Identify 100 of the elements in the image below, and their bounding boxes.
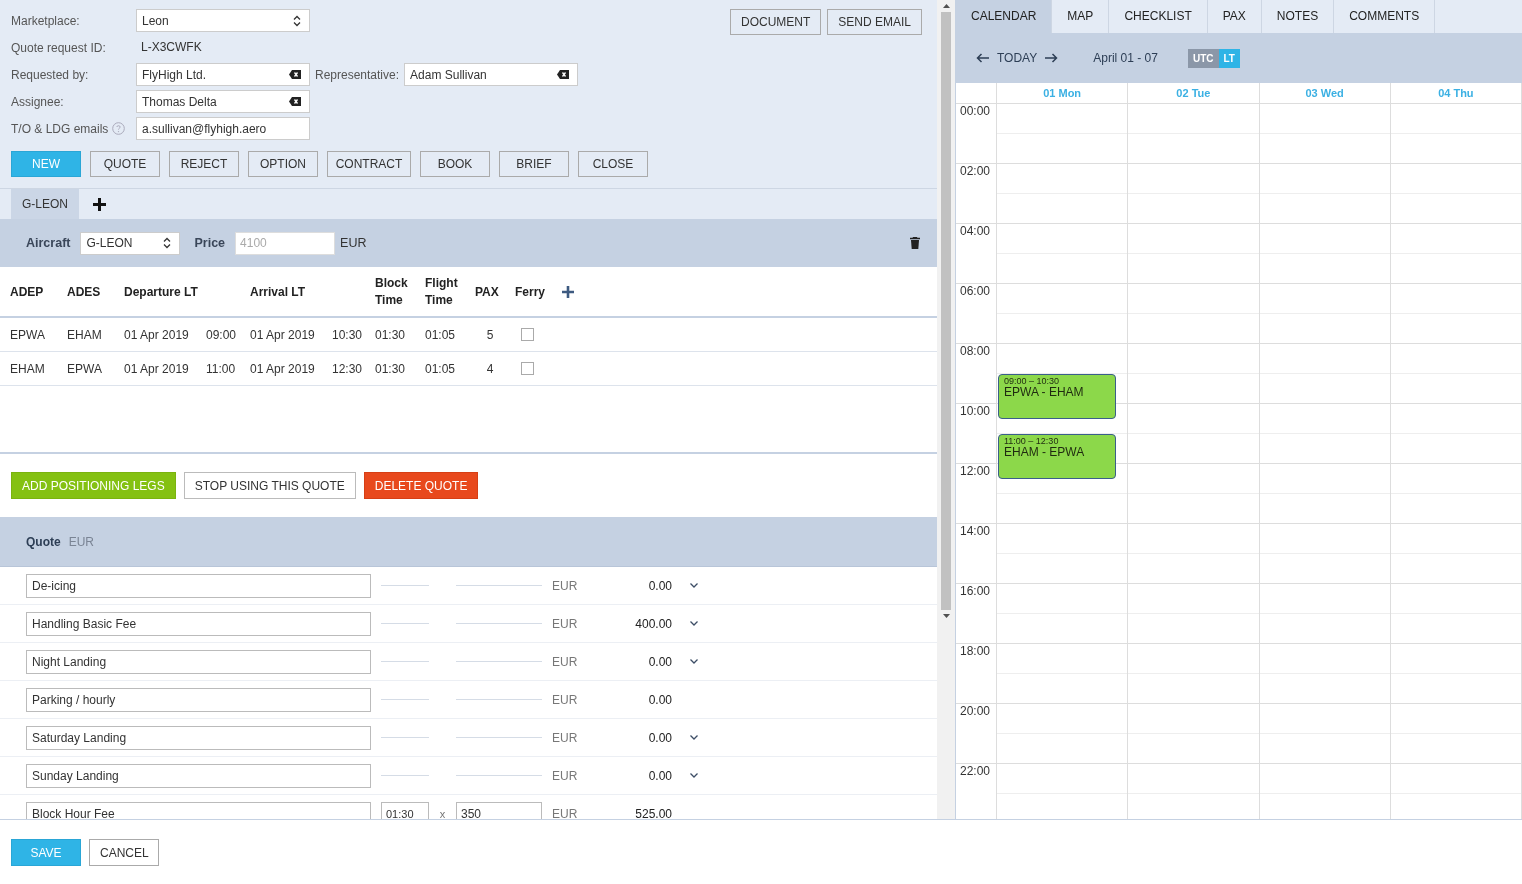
table-cell-text: 01:30 <box>375 361 407 376</box>
time-label: 14:00 <box>960 524 991 538</box>
header-button[interactable]: DOCUMENT <box>730 9 822 35</box>
rate-field[interactable]: 350 <box>456 801 542 819</box>
item-currency: EUR <box>552 654 579 669</box>
clear-icon[interactable] <box>557 70 570 79</box>
panel-tab[interactable]: CALENDAR <box>956 0 1053 33</box>
day-header: 03 Wed <box>1305 87 1344 99</box>
time-label: 02:00 <box>960 164 991 178</box>
trash-icon[interactable] <box>910 237 920 249</box>
status-button[interactable]: OPTION <box>248 151 318 177</box>
time-label: 22:00 <box>960 764 991 778</box>
time-label: 10:00 <box>960 404 991 418</box>
table-cell-text: EHAM <box>10 361 46 376</box>
ferry-checkbox[interactable] <box>521 328 534 341</box>
item-name-field[interactable]: De-icing <box>26 573 371 598</box>
column-header: Ferry <box>515 284 547 299</box>
scrollbar[interactable] <box>937 0 955 819</box>
item-amount: 0.00 <box>647 692 672 707</box>
field-label: Marketplace: <box>11 13 81 28</box>
field-label: Requested by: <box>11 67 90 82</box>
assignee-field[interactable]: Thomas Delta <box>136 90 310 113</box>
time-label: 04:00 <box>960 224 991 238</box>
chevron-down-icon[interactable] <box>690 659 698 664</box>
action-button[interactable]: STOP USING THIS QUOTE <box>183 472 356 499</box>
marketplace-select[interactable]: Leon <box>136 9 310 32</box>
updown-icon <box>163 237 172 249</box>
day-header: 01 Mon <box>1043 87 1082 99</box>
time-label: 08:00 <box>960 344 991 358</box>
scroll-down-icon[interactable] <box>942 614 950 618</box>
table-cell-text: 11:00 <box>206 361 237 376</box>
updown-icon <box>293 14 301 27</box>
header-button[interactable]: SEND EMAIL <box>827 9 922 35</box>
item-amount: 0.00 <box>647 730 672 745</box>
column-header: Arrival LT <box>250 284 307 299</box>
action-button[interactable]: DELETE QUOTE <box>363 472 479 499</box>
column-header: Departure LT <box>124 284 199 299</box>
quote-title: Quote <box>26 534 61 549</box>
day-header: 02 Tue <box>1176 87 1211 99</box>
item-name-field[interactable]: Block Hour Fee <box>26 801 371 819</box>
time-label: 06:00 <box>960 284 991 298</box>
status-button[interactable]: QUOTE <box>90 151 160 177</box>
table-cell-text: 01 Apr 2019 <box>250 327 316 342</box>
status-button[interactable]: BOOK <box>420 151 490 177</box>
add-icon[interactable] <box>562 285 574 298</box>
item-amount: 0.00 <box>647 578 672 593</box>
quote-currency: EUR <box>68 534 94 549</box>
status-button[interactable]: CLOSE <box>578 151 648 177</box>
table-cell-text: 12:30 <box>332 361 364 376</box>
field-label: T/O & LDG emails <box>11 121 109 136</box>
item-name-field[interactable]: Parking / hourly <box>26 687 371 712</box>
item-name-field[interactable]: Handling Basic Fee <box>26 611 371 636</box>
flight-event[interactable]: 09:00 – 10:30 EPWA - EHAM <box>998 374 1116 419</box>
item-name-field[interactable]: Night Landing <box>26 649 371 674</box>
ferry-checkbox[interactable] <box>521 362 534 375</box>
chevron-down-icon[interactable] <box>690 583 698 588</box>
requested-by-field[interactable]: FlyHigh Ltd. <box>136 63 310 86</box>
item-amount: 0.00 <box>647 654 672 669</box>
price-label: Price <box>194 236 226 250</box>
arrow-left-icon[interactable] <box>976 53 989 63</box>
chevron-down-icon[interactable] <box>690 773 698 778</box>
representative-field[interactable]: Adam Sullivan <box>404 63 579 86</box>
aircraft-select[interactable]: G-LEON <box>80 231 181 255</box>
time-label: 20:00 <box>960 704 991 718</box>
item-amount: 400.00 <box>634 616 672 631</box>
status-button[interactable]: BRIEF <box>499 151 569 177</box>
item-currency: EUR <box>552 578 579 593</box>
status-button[interactable]: CONTRACT <box>327 151 411 177</box>
add-icon[interactable] <box>93 197 106 211</box>
table-cell-text: 01 Apr 2019 <box>124 361 190 376</box>
arrow-right-icon[interactable] <box>1045 53 1059 63</box>
scroll-up-icon[interactable] <box>942 4 950 8</box>
price-field[interactable]: 4100 <box>235 231 336 255</box>
column-header: PAX <box>475 284 500 299</box>
event-route: EHAM - EPWA <box>1004 446 1085 458</box>
clear-icon[interactable] <box>289 70 301 79</box>
event-time: 11:00 – 12:30 <box>1004 436 1059 446</box>
footer-button[interactable]: CANCEL <box>89 839 159 866</box>
item-name-field[interactable]: Saturday Landing <box>26 725 371 750</box>
flight-event[interactable]: 11:00 – 12:30 EHAM - EPWA <box>998 434 1116 479</box>
table-cell-text: 5 <box>485 327 495 342</box>
time-label: 18:00 <box>960 644 991 658</box>
quote-request-id: L-X3CWFK <box>140 39 202 56</box>
item-amount: 525.00 <box>634 806 672 819</box>
emails-field[interactable]: a.sullivan@flyhigh.aero <box>136 117 310 140</box>
today-button[interactable]: TODAY <box>989 51 1046 65</box>
chevron-down-icon[interactable] <box>690 735 698 740</box>
table-cell-text: 01 Apr 2019 <box>124 327 190 342</box>
event-time: 09:00 – 10:30 <box>1004 376 1060 386</box>
chevron-down-icon[interactable] <box>690 621 698 626</box>
clear-icon[interactable] <box>289 97 301 106</box>
status-button[interactable]: REJECT <box>169 151 239 177</box>
column-header: ADEP <box>10 284 45 299</box>
table-cell-text: 4 <box>485 361 495 376</box>
table-cell-text: 01 Apr 2019 <box>250 361 316 376</box>
aircraft-tab[interactable]: G-LEON <box>11 189 79 219</box>
time-label: 16:00 <box>960 584 991 598</box>
field-label: Representative: <box>315 67 400 82</box>
item-name-field[interactable]: Sunday Landing <box>26 763 371 788</box>
quantity-field[interactable]: 01:30 <box>381 801 429 819</box>
